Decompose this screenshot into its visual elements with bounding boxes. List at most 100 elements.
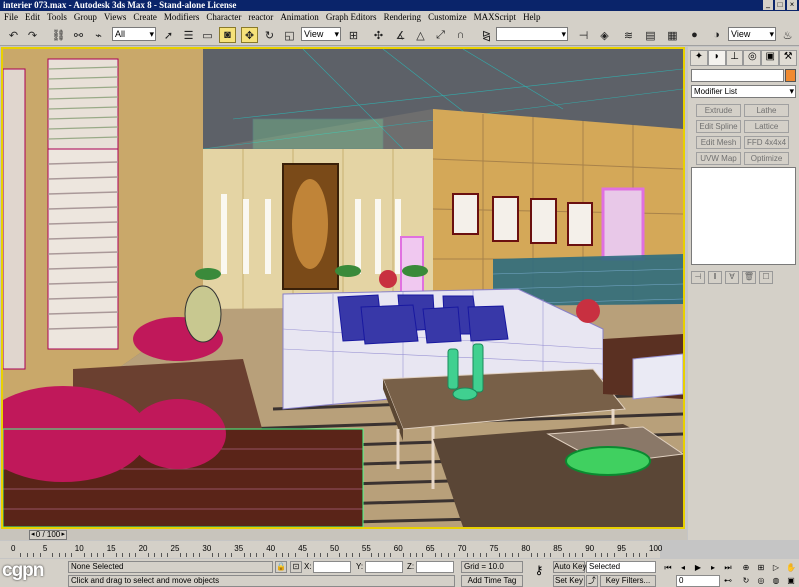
pivot-icon[interactable]: ⊞ [345,27,362,43]
optimize-button[interactable]: Optimize [744,152,789,165]
select-by-name-icon[interactable]: ☰ [180,27,197,43]
modifier-list-dropdown[interactable]: Modifier List [691,85,796,98]
menu-maxscript[interactable]: MAXScript [470,11,520,24]
snap-toggle-icon[interactable]: ✣ [370,27,387,43]
display-tab-icon[interactable]: ▣ [761,50,780,66]
menu-customize[interactable]: Customize [424,11,470,24]
key-filters-button[interactable]: Key Filters... [600,575,656,587]
go-to-end-icon[interactable]: ⏭ [722,562,734,573]
maximize-viewport-icon[interactable]: ▣ [785,575,797,586]
key-mode-dropdown[interactable]: Selected [586,561,656,573]
menu-reactor[interactable]: reactor [244,11,276,24]
menu-edit[interactable]: Edit [21,11,43,24]
time-slider[interactable]: ◂ 0 / 100 ▸ [29,530,67,540]
rect-selection-icon[interactable]: ▭ [199,27,216,43]
lattice-button[interactable]: Lattice [744,120,789,133]
arc-rotate-icon[interactable]: ◎ [755,575,767,586]
angle-snap-icon[interactable]: ∡ [392,27,409,43]
auto-key-button[interactable]: Auto Key [553,561,586,573]
menu-help[interactable]: Help [519,11,544,24]
maximize-button[interactable]: □ [775,0,785,10]
current-frame-field[interactable]: 0 [676,575,720,587]
select-scale-icon[interactable]: ◱ [281,27,298,43]
percent-snap-icon[interactable]: △ [412,27,429,43]
render-view-dropdown[interactable]: View [728,27,776,41]
y-coordinate-field[interactable] [365,561,403,573]
motion-tab-icon[interactable]: ◎ [743,50,762,66]
render-scene-icon[interactable]: ● [686,27,703,43]
selection-filter-dropdown[interactable]: All [112,27,156,41]
close-button[interactable]: × [787,0,797,10]
select-rotate-icon[interactable]: ↻ [261,27,278,43]
menu-animation[interactable]: Animation [276,11,322,24]
unlink-icon[interactable]: ⚯ [70,27,87,43]
hierarchy-tab-icon[interactable]: ⊥ [725,50,744,66]
lathe-button[interactable]: Lathe [744,104,789,117]
next-frame-icon[interactable]: ▸ [707,562,719,573]
bind-spacewarp-icon[interactable]: ⌁ [90,27,107,43]
menu-modifiers[interactable]: Modifiers [160,11,203,24]
ffd-button[interactable]: FFD 4x4x4 [744,136,789,149]
uvw-map-button[interactable]: UVW Map [696,152,741,165]
walkthrough-icon[interactable]: ◍ [770,575,782,586]
object-name-field[interactable] [691,69,784,82]
layer-manager-icon[interactable]: ◈ [596,27,613,43]
extrude-button[interactable]: Extrude [696,104,741,117]
ref-coord-dropdown[interactable]: View [301,27,341,41]
menu-character[interactable]: Character [202,11,244,24]
default-tangent-icon[interactable]: ⤴ [586,575,598,587]
undo-icon[interactable]: ↶ [5,27,22,43]
quick-render-icon[interactable]: ◑ [708,27,725,43]
spinner-snap-icon[interactable]: ⤢ [432,27,449,43]
go-to-start-icon[interactable]: ⏮ [662,562,674,573]
add-time-tag-button[interactable]: Add Time Tag [461,575,523,587]
show-end-result-icon[interactable]: ‖ [708,271,722,284]
key-mode-toggle-icon[interactable]: ⊷ [722,575,734,586]
minimize-button[interactable]: _ [763,0,773,10]
zoom-icon[interactable]: ⊕ [740,562,752,573]
menu-group[interactable]: Group [70,11,100,24]
named-selection-dropdown[interactable] [496,27,568,41]
modify-tab-icon[interactable]: ◗ [707,50,726,66]
material-editor-icon[interactable]: ▦ [664,27,681,43]
render-teapot-icon[interactable]: ♨ [779,27,796,43]
schematic-view-icon[interactable]: ▤ [642,27,659,43]
x-coordinate-field[interactable] [313,561,351,573]
previous-frame-icon[interactable]: ◂ [677,562,689,573]
perspective-viewport[interactable] [1,47,685,529]
menu-tools[interactable]: Tools [43,11,70,24]
align-icon[interactable]: ⊣ [575,27,592,43]
pan-icon[interactable]: ✋ [785,562,797,573]
play-icon[interactable]: ▶ [692,562,704,573]
menu-create[interactable]: Create [129,11,159,24]
time-slider-track[interactable] [0,529,687,540]
make-unique-icon[interactable]: ∀ [725,271,739,284]
menu-views[interactable]: Views [100,11,129,24]
pin-stack-icon[interactable]: ⊣ [691,271,705,284]
create-tab-icon[interactable]: ✦ [690,50,708,66]
absolute-mode-icon[interactable]: ⊡ [290,561,302,573]
select-link-icon[interactable]: ⛓ [50,27,67,43]
z-coordinate-field[interactable] [416,561,454,573]
edit-spline-button[interactable]: Edit Spline [696,120,741,133]
set-key-button[interactable]: Set Key [553,575,585,587]
menu-graph-editors[interactable]: Graph Editors [322,11,380,24]
orbit-icon[interactable]: ↻ [740,575,752,586]
utilities-tab-icon[interactable]: ⚒ [779,50,797,66]
redo-icon[interactable]: ↷ [24,27,41,43]
menu-rendering[interactable]: Rendering [380,11,425,24]
object-color-swatch[interactable] [785,69,796,82]
remove-modifier-icon[interactable]: 🗑 [742,271,756,284]
menu-file[interactable]: File [0,11,21,24]
modifier-stack[interactable] [691,167,796,265]
field-of-view-icon[interactable]: ▷ [770,562,782,573]
curve-editor-icon[interactable]: ≋ [620,27,637,43]
select-object-icon[interactable]: ➚ [160,27,177,43]
zoom-all-icon[interactable]: ⊞ [755,562,767,573]
mirror-icon[interactable]: ⧎ [478,27,495,43]
named-sel-edit-icon[interactable]: ∩ [452,27,469,43]
edit-mesh-button[interactable]: Edit Mesh [696,136,741,149]
select-move-icon[interactable]: ✥ [241,27,258,43]
window-crossing-icon[interactable]: ◙ [219,27,236,43]
lock-selection-icon[interactable]: 🔒 [275,561,287,573]
